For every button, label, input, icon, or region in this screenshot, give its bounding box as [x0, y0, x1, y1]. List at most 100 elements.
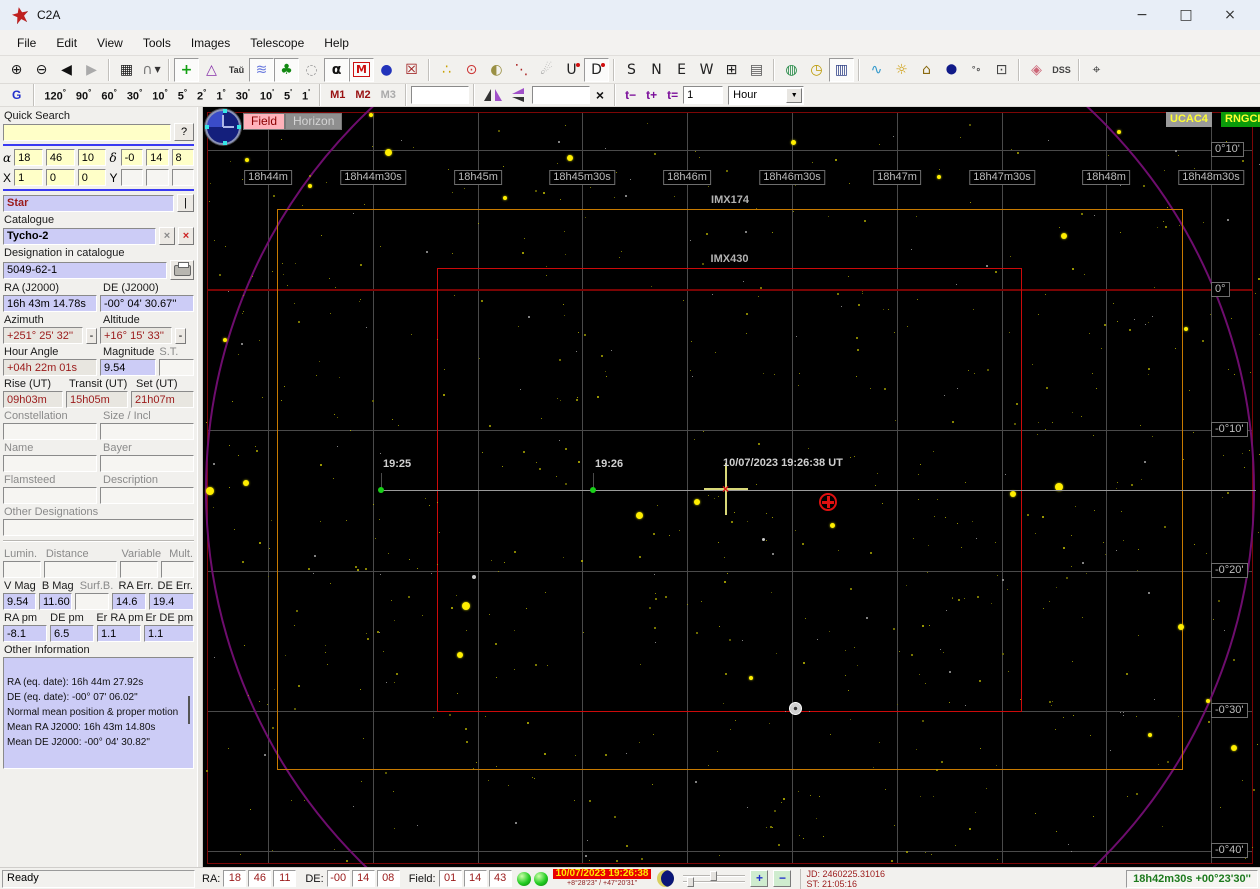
- quick-search-input[interactable]: [3, 123, 171, 141]
- menu-edit[interactable]: Edit: [47, 33, 86, 53]
- zoom-out-button[interactable]: ⊖: [29, 58, 54, 82]
- variable-stars-button[interactable]: ☒: [399, 58, 424, 82]
- star-names-button[interactable]: Taŭ: [224, 58, 249, 82]
- fov-preset-90deg[interactable]: 90°: [71, 86, 96, 105]
- constellation-lines-button[interactable]: △: [199, 58, 224, 82]
- slider-track[interactable]: [683, 876, 746, 887]
- close-button[interactable]: ×: [1208, 1, 1252, 29]
- nav-forward-button[interactable]: ▶: [79, 58, 104, 82]
- fov-preset-30min[interactable]: 30': [231, 86, 255, 105]
- ra-s-input[interactable]: 10: [77, 149, 107, 166]
- moon-phase-button[interactable]: ◐: [484, 58, 509, 82]
- prev-object-button[interactable]: ×: [159, 227, 175, 245]
- time-step-input[interactable]: [683, 86, 724, 104]
- x1-input[interactable]: 1: [14, 169, 43, 186]
- minimize-button[interactable]: −: [1120, 1, 1164, 29]
- menu-view[interactable]: View: [88, 33, 132, 53]
- fov-preset-5min[interactable]: 5': [279, 86, 297, 105]
- object-type-list-button[interactable]: |: [177, 194, 194, 212]
- nav-back-button[interactable]: ◀: [54, 58, 79, 82]
- dome-button[interactable]: ∩ ▼: [139, 58, 164, 82]
- fov-preset-10min[interactable]: 10': [255, 86, 279, 105]
- menu-file[interactable]: File: [8, 33, 45, 53]
- menu-help[interactable]: Help: [315, 33, 358, 53]
- memory-m1-button[interactable]: M1: [325, 87, 350, 103]
- dec-d-input[interactable]: -0: [120, 149, 144, 166]
- compass-clock-icon[interactable]: [205, 109, 241, 145]
- fov-circle-button[interactable]: ◌: [299, 58, 324, 82]
- milky-way-button[interactable]: ≋: [249, 57, 274, 82]
- menu-telescope[interactable]: Telescope: [241, 33, 313, 53]
- alpha-labels-button[interactable]: α: [324, 57, 349, 82]
- time-forward-button[interactable]: t+: [641, 86, 662, 104]
- catalogue-select[interactable]: Tycho-2: [3, 227, 156, 245]
- sun-button[interactable]: ☼: [889, 58, 914, 82]
- time-minus-button[interactable]: −: [773, 870, 792, 887]
- fov-preset-120deg[interactable]: 120°: [39, 86, 71, 105]
- tab-horizon[interactable]: Horizon: [285, 113, 343, 130]
- flip-vertical-button[interactable]: [507, 83, 532, 107]
- grid-button[interactable]: ▦: [114, 58, 139, 82]
- ra-h-input[interactable]: 18: [14, 149, 43, 166]
- zoom-in-button[interactable]: ⊕: [4, 58, 29, 82]
- azimuth-adjust-button[interactable]: -: [86, 327, 97, 344]
- fov-preset-1min[interactable]: 1': [297, 86, 315, 105]
- menu-images[interactable]: Images: [182, 33, 239, 53]
- menu-tools[interactable]: Tools: [134, 33, 180, 53]
- print-button[interactable]: [170, 260, 194, 280]
- tab-field[interactable]: Field: [243, 113, 286, 130]
- asteroids-button[interactable]: ⋱: [509, 58, 534, 82]
- y2-input[interactable]: [146, 169, 169, 186]
- sky-chart[interactable]: IMX174 IMX430 19:25 19:26 × 10/07/2023 19:26:…: [203, 107, 1260, 867]
- memory-m3-button[interactable]: M3: [376, 87, 401, 103]
- guide-button[interactable]: G: [4, 86, 29, 104]
- ccd-frame-button[interactable]: ◈: [1024, 58, 1049, 82]
- uranus-button[interactable]: U: [559, 58, 584, 82]
- ephemeris-wave-button[interactable]: ∿: [864, 58, 889, 82]
- next-object-button[interactable]: ×: [178, 227, 194, 245]
- time-plus-button[interactable]: +: [750, 870, 769, 887]
- scrollbar[interactable]: [188, 696, 190, 724]
- nebulae-button[interactable]: ⊙: [459, 58, 484, 82]
- center-object-button[interactable]: +: [174, 57, 199, 82]
- camera-button[interactable]: ⊡: [989, 58, 1014, 82]
- fov-preset-2deg[interactable]: 2°: [192, 86, 211, 105]
- dec-s-input[interactable]: 8: [171, 149, 194, 166]
- south-button[interactable]: S: [619, 58, 644, 82]
- time-back-button[interactable]: t−: [620, 86, 641, 104]
- time-clock-button[interactable]: ◷: [804, 58, 829, 82]
- fov-preset-1deg[interactable]: 1°: [211, 86, 230, 105]
- deep-sky-button[interactable]: D: [584, 57, 609, 82]
- dss-button[interactable]: DSS: [1049, 58, 1074, 82]
- x3-input[interactable]: 0: [77, 169, 107, 186]
- y3-input[interactable]: [171, 169, 194, 186]
- x2-input[interactable]: 0: [45, 169, 75, 186]
- north-button[interactable]: N: [644, 58, 669, 82]
- time-now-button[interactable]: t=: [662, 86, 683, 104]
- control-panel-button[interactable]: ▥: [829, 57, 854, 82]
- slider-thumb[interactable]: [710, 870, 718, 881]
- badge-rngcic[interactable]: RNGCIC: [1221, 112, 1260, 127]
- altitude-adjust-button[interactable]: -: [175, 327, 186, 344]
- telescope-control-button[interactable]: ⌖: [1084, 58, 1109, 82]
- flip-horizontal-button[interactable]: [479, 83, 507, 107]
- slider-thumb[interactable]: [687, 876, 695, 887]
- messier-button[interactable]: M: [349, 57, 374, 82]
- earth-button[interactable]: ◍: [779, 58, 804, 82]
- observatory-button[interactable]: ⌂: [914, 58, 939, 82]
- clear-button[interactable]: ×: [590, 87, 610, 103]
- horizon-fill-button[interactable]: ▤: [744, 58, 769, 82]
- rotation-input[interactable]: [531, 86, 590, 104]
- object-type-select[interactable]: Star: [3, 194, 174, 212]
- fov-preset-5deg[interactable]: 5°: [173, 86, 192, 105]
- time-unit-select[interactable]: Hour ▼: [728, 85, 805, 105]
- night-vision-button[interactable]: ⬤: [939, 58, 964, 82]
- search-help-button[interactable]: ?: [174, 123, 194, 141]
- comets-button[interactable]: ☄: [534, 58, 559, 82]
- fov-preset-10deg[interactable]: 10°: [147, 86, 172, 105]
- badge-ucac4[interactable]: UCAC4: [1166, 112, 1212, 127]
- y1-input[interactable]: [120, 169, 144, 186]
- fov-input[interactable]: [410, 86, 469, 104]
- ra-m-input[interactable]: 46: [45, 149, 75, 166]
- fov-preset-60deg[interactable]: 60°: [96, 86, 121, 105]
